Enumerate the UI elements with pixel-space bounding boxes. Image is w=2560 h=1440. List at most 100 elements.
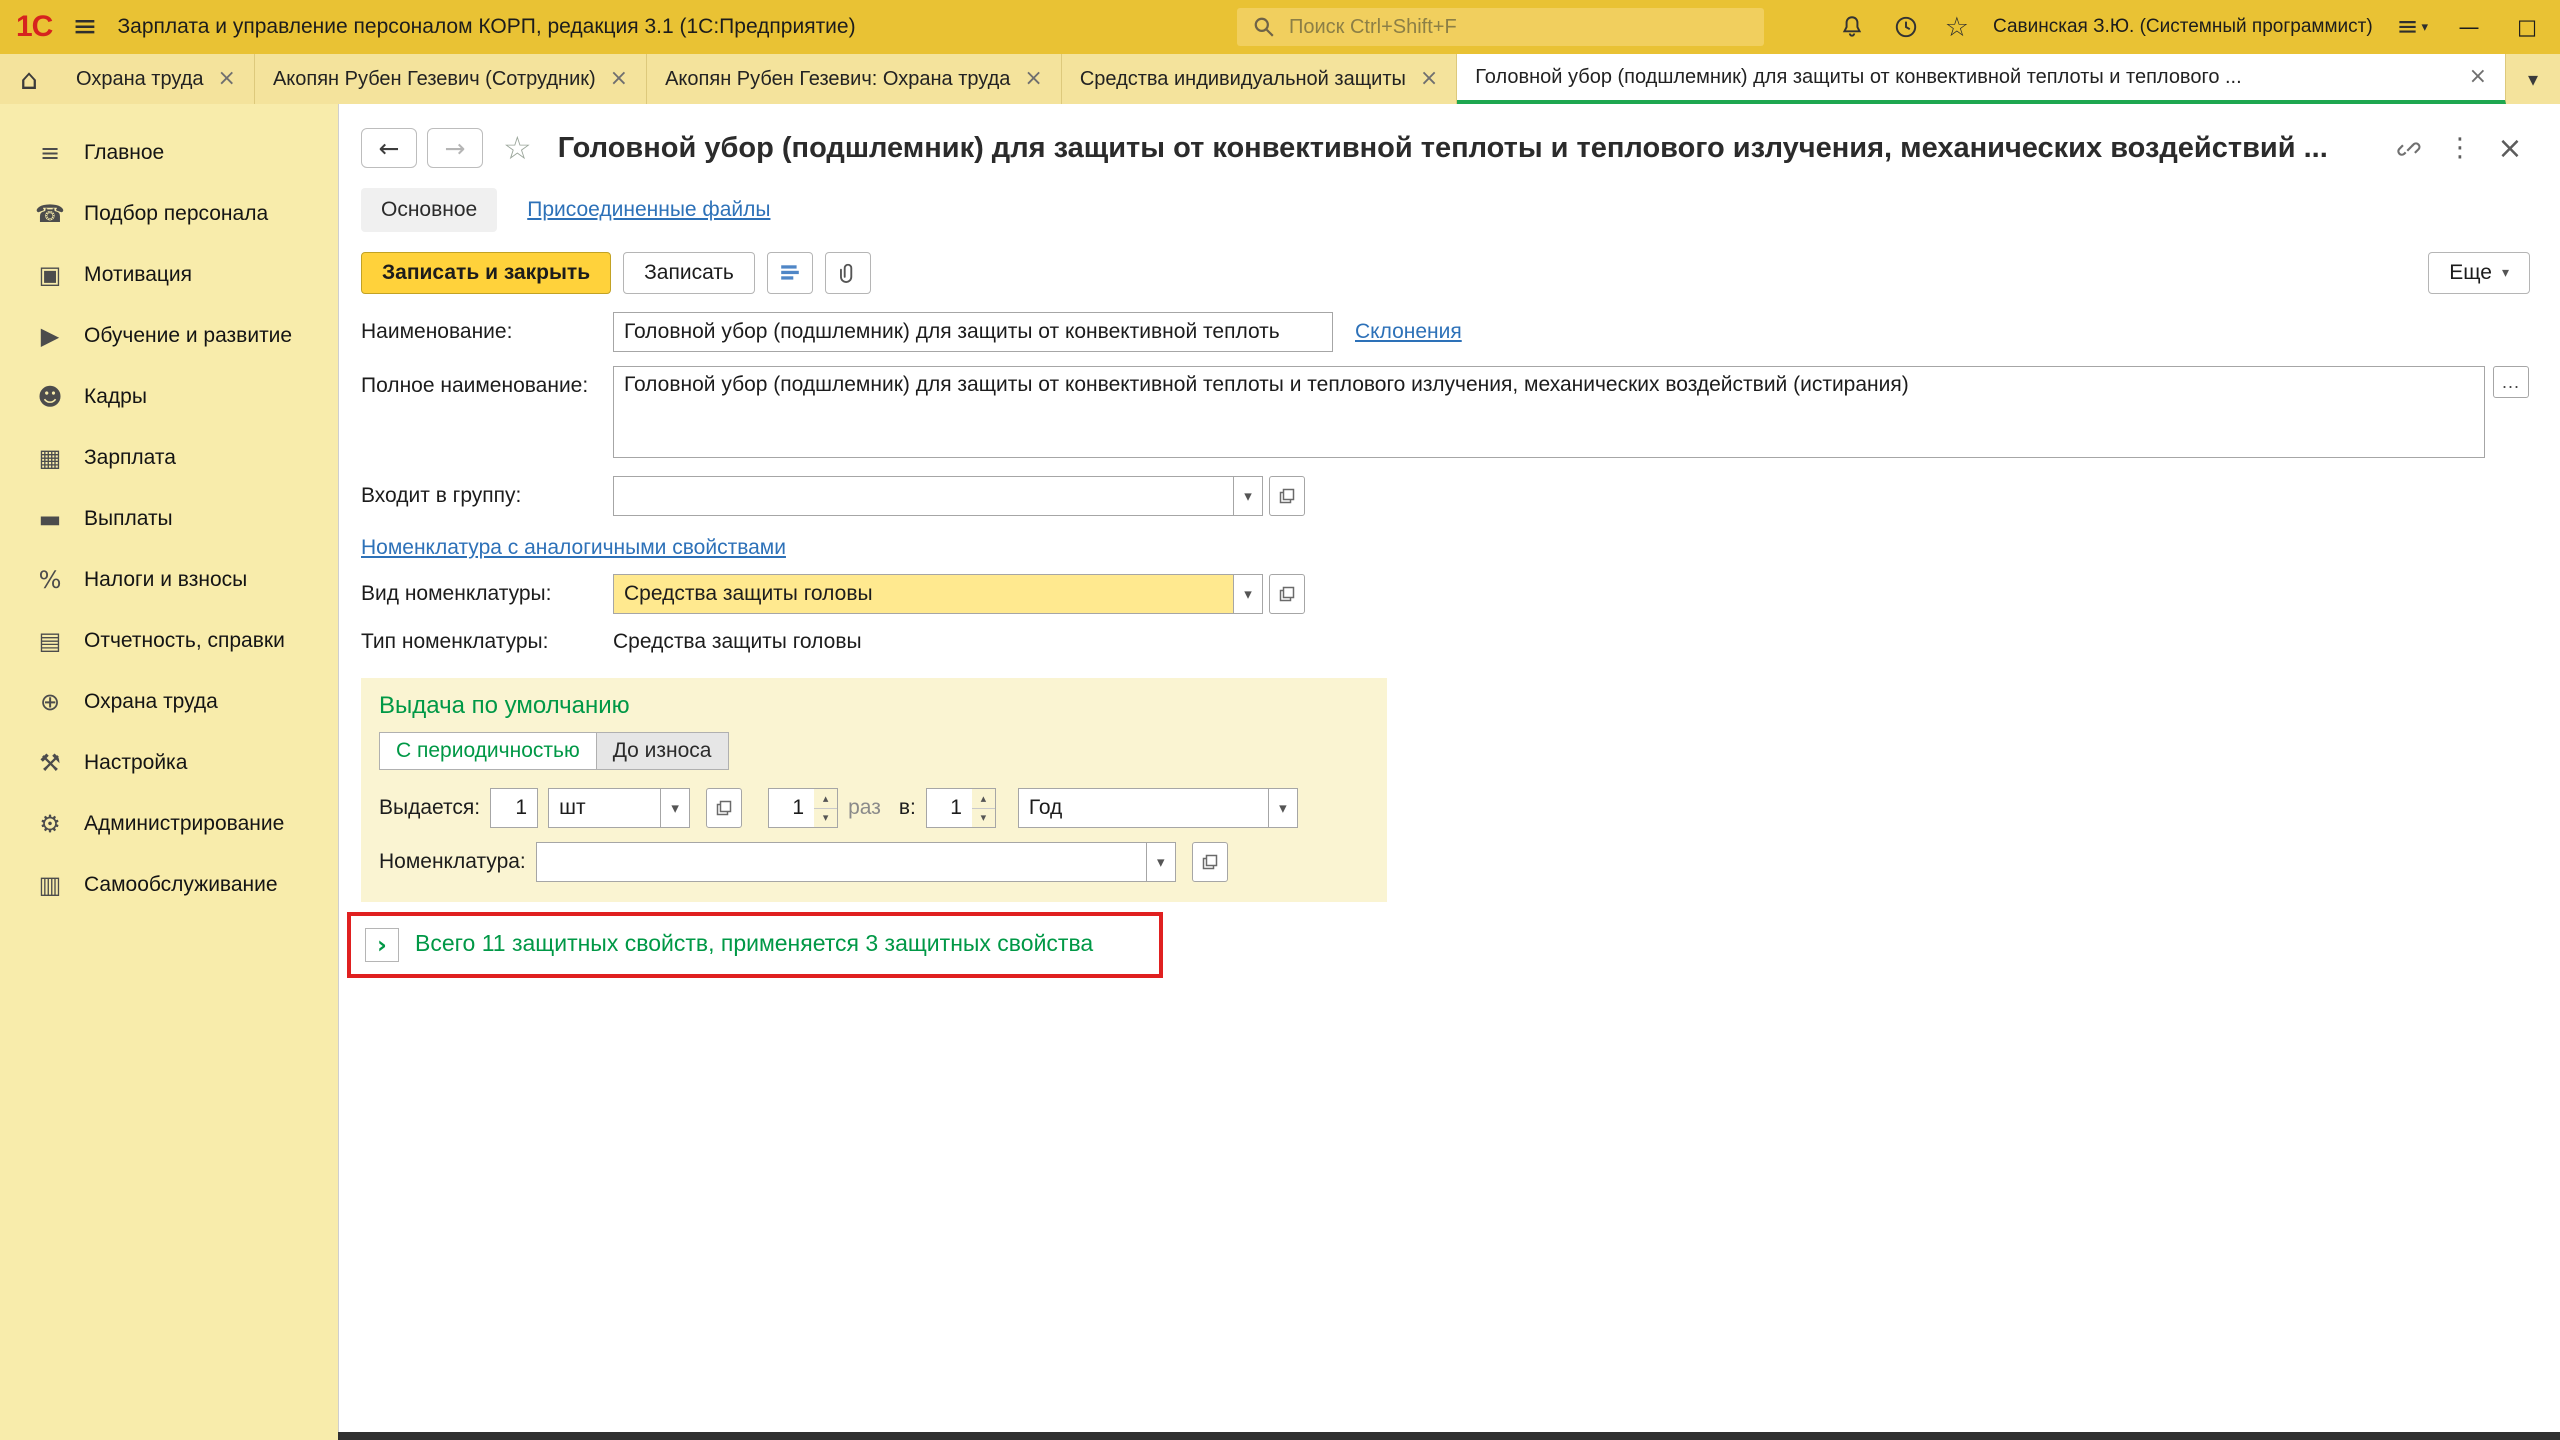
- tab-ohrana-truda[interactable]: Охрана труда ×: [58, 54, 255, 104]
- tab-close-icon[interactable]: ×: [610, 68, 628, 90]
- favorites-star-icon[interactable]: ☆: [1945, 14, 1969, 41]
- full-name-select-button[interactable]: ...: [2493, 366, 2529, 398]
- issued-row: Выдается: ▾ ▴▾ раз в:: [379, 788, 1369, 828]
- tab-close-icon[interactable]: ×: [1024, 68, 1042, 90]
- spin-up-icon[interactable]: ▴: [814, 789, 837, 809]
- close-form-icon[interactable]: ×: [2490, 128, 2530, 168]
- declensions-link[interactable]: Склонения: [1355, 320, 1462, 344]
- spin-up-icon[interactable]: ▴: [972, 789, 995, 809]
- global-search-input[interactable]: Поиск Ctrl+Shift+F: [1237, 8, 1764, 46]
- window-maximize-button[interactable]: □: [2510, 15, 2544, 39]
- sidebar-item-obuchenie[interactable]: ▶Обучение и развитие: [0, 305, 338, 366]
- tab-close-icon[interactable]: ×: [2469, 66, 2487, 88]
- tab-osnovnoe[interactable]: Основное: [361, 188, 497, 232]
- tab-employee-card[interactable]: Акопян Рубен Гезевич (Сотрудник) ×: [255, 54, 647, 104]
- payments-icon: ▬: [34, 505, 66, 533]
- full-name-row: Полное наименование: Головной убор (подш…: [361, 366, 2530, 458]
- kind-open-button[interactable]: [1269, 574, 1305, 614]
- sidebar-item-ohrana-truda[interactable]: ⊕Охрана труда: [0, 671, 338, 732]
- kind-dropdown-button[interactable]: ▾: [1233, 574, 1263, 614]
- spin-down-icon[interactable]: ▾: [972, 809, 995, 828]
- gear-icon: ⚙: [34, 810, 66, 838]
- sidebar-item-glavnoe[interactable]: ≡Главное: [0, 122, 338, 183]
- more-button[interactable]: Еще▾: [2428, 252, 2530, 294]
- quantity-input[interactable]: [490, 788, 538, 828]
- mode-periodic-toggle[interactable]: С периодичностью: [379, 732, 597, 770]
- sidebar-item-motivaciya[interactable]: ▣Мотивация: [0, 244, 338, 305]
- sidebar-item-zarplata[interactable]: ▦Зарплата: [0, 427, 338, 488]
- full-name-label: Полное наименование:: [361, 374, 613, 398]
- issue-defaults-title: Выдача по умолчанию: [379, 692, 1369, 720]
- tab-list-dropdown-icon[interactable]: ▾: [2506, 54, 2560, 104]
- group-dropdown-button[interactable]: ▾: [1233, 476, 1263, 516]
- nomenclature-open-button[interactable]: [1192, 842, 1228, 882]
- sidebar-item-administrirovanie[interactable]: ⚙Администрирование: [0, 793, 338, 854]
- unit-open-button[interactable]: [706, 788, 742, 828]
- tab-close-icon[interactable]: ×: [1420, 68, 1438, 90]
- current-user[interactable]: Савинская З.Ю. (Системный программист): [1993, 16, 2373, 38]
- back-button[interactable]: ←: [361, 128, 417, 168]
- issued-label: Выдается:: [379, 796, 480, 820]
- period-dropdown-button[interactable]: ▾: [1268, 788, 1298, 828]
- main-section-icon: ≡: [34, 139, 66, 167]
- copy-link-icon[interactable]: [2390, 128, 2430, 168]
- open-icon: [715, 799, 733, 817]
- tab-close-icon[interactable]: ×: [218, 68, 236, 90]
- protective-properties-summary-link[interactable]: Всего 11 защитных свойств, применяется 3…: [415, 928, 1093, 959]
- main-menu-icon[interactable]: ≡: [72, 12, 97, 42]
- save-button[interactable]: Записать: [623, 252, 755, 294]
- in-label: в:: [899, 796, 916, 820]
- mode-until-worn-toggle[interactable]: До износа: [597, 732, 729, 770]
- times-input[interactable]: [768, 788, 814, 828]
- page-title: Головной убор (подшлемник) для защиты от…: [558, 132, 2380, 165]
- sidebar-item-otchetnost[interactable]: ▤Отчетность, справки: [0, 610, 338, 671]
- sidebar-item-podbor-personala[interactable]: ☎Подбор персонала: [0, 183, 338, 244]
- group-combo: ▾: [613, 476, 1263, 516]
- more-actions-icon[interactable]: ⋮: [2440, 128, 2480, 168]
- nomenclature-input[interactable]: [536, 842, 1146, 882]
- command-bar: Записать и закрыть Записать Еще▾: [361, 252, 2530, 294]
- reports-icon: ▤: [34, 627, 66, 655]
- forward-button[interactable]: →: [427, 128, 483, 168]
- tab-employee-ohrana-truda[interactable]: Акопян Рубен Гезевич: Охрана труда ×: [647, 54, 1062, 104]
- reports-document-button[interactable]: [767, 252, 813, 294]
- window-minimize-button[interactable]: —: [2452, 15, 2486, 39]
- labor-safety-icon: ⊕: [34, 688, 66, 716]
- history-clock-icon[interactable]: [1891, 12, 1921, 42]
- full-name-textarea[interactable]: Головной убор (подшлемник) для защиты от…: [613, 366, 2485, 458]
- tab-headgear-item[interactable]: Головной убор (подшлемник) для защиты от…: [1457, 54, 2506, 104]
- bottom-divider: [338, 1432, 2560, 1440]
- sidebar-item-nastrojka[interactable]: ⚒Настройка: [0, 732, 338, 793]
- tab-siz-list[interactable]: Средства индивидуальной защиты ×: [1062, 54, 1457, 104]
- app-title: Зарплата и управление персоналом КОРП, р…: [118, 15, 856, 39]
- add-to-favorites-star-icon[interactable]: ☆: [503, 132, 532, 164]
- similar-properties-link[interactable]: Номенклатура с аналогичными свойствами: [361, 536, 786, 559]
- notifications-bell-icon[interactable]: [1837, 12, 1867, 42]
- home-icon[interactable]: ⌂: [0, 54, 58, 104]
- expand-group-button[interactable]: ›: [365, 928, 399, 962]
- interval-input[interactable]: [926, 788, 972, 828]
- name-row: Наименование: Склонения: [361, 312, 2530, 352]
- nomenclature-dropdown-button[interactable]: ▾: [1146, 842, 1176, 882]
- nomenclature-combo: ▾: [536, 842, 1176, 882]
- service-menu-icon[interactable]: ≡▾: [2397, 12, 2428, 42]
- times-spinner: ▴▾: [814, 788, 838, 828]
- kind-input[interactable]: [613, 574, 1233, 614]
- sidebar-item-vyplaty[interactable]: ▬Выплаты: [0, 488, 338, 549]
- tab-attached-files-link[interactable]: Присоединенные файлы: [527, 198, 770, 222]
- save-and-close-button[interactable]: Записать и закрыть: [361, 252, 611, 294]
- open-icon: [1278, 487, 1296, 505]
- sidebar-item-nalogi[interactable]: %Налоги и взносы: [0, 549, 338, 610]
- name-input[interactable]: [613, 312, 1333, 352]
- sidebar-item-kadry[interactable]: ☻Кадры: [0, 366, 338, 427]
- unit-input[interactable]: [548, 788, 660, 828]
- chevron-down-icon: ▾: [2502, 265, 2509, 281]
- sidebar-item-samoobsluzhivanie[interactable]: ▥Самообслуживание: [0, 854, 338, 915]
- unit-dropdown-button[interactable]: ▾: [660, 788, 690, 828]
- period-input[interactable]: [1018, 788, 1268, 828]
- group-input[interactable]: [613, 476, 1233, 516]
- search-placeholder: Поиск Ctrl+Shift+F: [1289, 16, 1457, 39]
- spin-down-icon[interactable]: ▾: [814, 809, 837, 828]
- attachments-button[interactable]: [825, 252, 871, 294]
- group-open-button[interactable]: [1269, 476, 1305, 516]
